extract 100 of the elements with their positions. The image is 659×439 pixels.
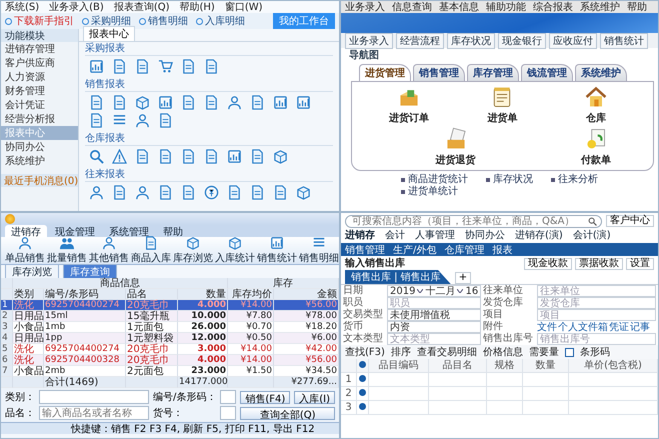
module-tab[interactable]: 销售管理 [413,64,465,81]
menu-item[interactable]: 报表查询(Q) [114,1,170,14]
toolbar-button[interactable]: 票据收款 [575,258,623,270]
toolbar-button[interactable]: 排序 [390,346,411,358]
column-header[interactable]: 类别 [13,289,44,300]
tab[interactable]: 导航图 [345,48,383,62]
toolbar-button[interactable]: 查找(F3) [345,346,385,358]
table-cell[interactable] [569,387,658,401]
table-cell[interactable] [487,373,523,387]
toolbar-button[interactable]: 现金银行 [498,32,546,48]
ribbon-button[interactable]: 批量销售 [47,238,87,263]
table-cell[interactable] [569,373,658,387]
menu-item[interactable]: 系统(S) [5,1,40,14]
column-header[interactable]: 编号/条形码 [44,289,126,300]
report-link[interactable]: 进货单统计 [408,186,458,197]
module-tab[interactable]: 进货管理 [359,64,411,81]
toolbar-button[interactable]: 库存状况 [447,32,495,48]
toolbar-button[interactable]: 查看交易明细 [416,346,477,358]
sidebar-item[interactable]: 进销存管理 [1,42,78,56]
toolbar-button[interactable]: 下载新手指引 [5,14,74,28]
tab[interactable]: 销售出库 | 销售出库 [345,270,451,284]
table-cell[interactable] [429,373,487,387]
column-header[interactable]: 品名 [126,289,178,300]
select-field[interactable]: 未使用增值税 [387,309,481,321]
column-header[interactable]: 数量 [178,289,228,300]
menu-item[interactable]: 销售管理 [345,242,385,256]
report-link[interactable]: 往来分析 [558,174,598,185]
toolbar-button[interactable]: 价格信息 [482,346,523,358]
table-cell[interactable] [429,387,487,401]
sidebar-item[interactable]: 协同办公 [1,140,78,154]
row-dot-icon[interactable] [359,403,366,410]
report-link[interactable]: 商品进货统计 [408,174,468,185]
menu-item[interactable]: 帮助(H) [180,1,215,14]
toolbar-button[interactable]: 经营流程 [396,32,444,48]
ribbon-tab[interactable]: 进销存 [5,225,47,237]
menu-item[interactable]: 系统维护 [580,1,620,14]
table-cell[interactable] [429,401,487,415]
toolbar-button[interactable]: 业务录入 [345,32,393,48]
attachment-link[interactable]: 凭证 [609,320,629,334]
column-header[interactable]: 金额 [274,289,339,300]
attachment-link[interactable]: 记事 [630,320,650,334]
nav-tab[interactable]: 人事管理 [415,228,455,244]
document-tab[interactable]: 库存查询 [63,264,117,279]
app-orb-icon[interactable] [5,214,15,224]
module-label[interactable]: 进货单 [487,111,518,125]
menu-item[interactable]: 信息查询 [392,1,432,14]
document-tab[interactable]: 库存浏览 [5,264,59,279]
sidebar-item[interactable]: 系统维护 [1,154,78,168]
toolbar-button[interactable]: 需要量 [528,346,559,358]
search-field[interactable]: 可搜索信息内容（项目，往来单位，商品，Q&A） [345,214,602,228]
input-field[interactable] [220,406,236,420]
menu-item[interactable]: 辅助功能 [486,1,526,14]
tab[interactable]: 报表中心 [83,26,135,41]
ribbon-button[interactable]: 商品入库 [131,238,171,263]
ribbon-button[interactable]: 单品销售 [5,238,45,263]
module-label[interactable]: 仓库 [586,111,606,125]
toolbar-button[interactable]: 销售明细 [139,14,188,28]
menu-item[interactable]: 窗口(W) [224,1,263,14]
select-field[interactable]: 内资 [387,321,481,333]
table-cell[interactable] [487,387,523,401]
menu-item[interactable]: 生产/外包 [393,242,436,256]
ribbon-button[interactable]: 库存浏览 [173,238,213,263]
table-cell[interactable] [523,373,569,387]
toolbar-button[interactable]: 应收应付 [549,32,597,48]
ribbon-button[interactable]: 销售统计 [257,238,297,263]
ribbon-button[interactable]: 销售明细 [299,238,339,263]
menu-item[interactable]: 综合报表 [533,1,573,14]
menu-item[interactable]: 帮助 [627,1,647,14]
nav-tab[interactable]: 会计 [385,228,405,244]
checkbox[interactable] [564,348,574,356]
query-all-button[interactable]: 查询全部(Q) [240,406,335,420]
sidebar-item[interactable]: 财务管理 [1,84,78,98]
module-label[interactable]: 付款单 [581,153,612,167]
settings-dot-icon[interactable] [359,361,366,368]
nav-tab[interactable]: 协同办公 [465,228,505,244]
toolbar-button[interactable]: 设置 [626,258,654,270]
attachment-link[interactable]: 文件 [537,320,557,334]
ribbon-button[interactable]: 入库统计 [215,238,255,263]
column-header[interactable]: 库存均价 [228,289,274,300]
table-cell[interactable] [487,401,523,415]
house-icon[interactable] [584,85,608,109]
ribbon-tab[interactable]: 帮助 [157,225,189,237]
toolbar-button[interactable]: 现金收款 [524,258,572,270]
sidebar-item[interactable]: 会计凭证 [1,98,78,112]
module-label[interactable]: 进货退货 [436,153,476,167]
input-field[interactable] [220,390,236,404]
customer-center-button[interactable]: 客户中心 [606,215,654,227]
menu-item[interactable]: 业务录入 [345,1,385,14]
nav-tab[interactable]: 会计(演) [572,228,611,244]
menu-item[interactable]: 仓库管理 [444,242,484,256]
toolbar-button[interactable]: 入库明细 [196,14,245,28]
menu-item[interactable]: 基本信息 [439,1,479,14]
sales-button[interactable]: 销售(F4) [240,390,290,404]
nav-tab[interactable]: 进销存(演) [515,228,563,244]
add-tab-button[interactable]: + [454,272,472,284]
table-cell[interactable] [369,387,429,401]
module-tab[interactable]: 库存管理 [467,64,519,81]
input-field[interactable]: 输入商品名或者名称 [39,406,149,420]
toolbar-button[interactable]: 销售统计 [600,32,648,48]
table-cell[interactable] [523,401,569,415]
